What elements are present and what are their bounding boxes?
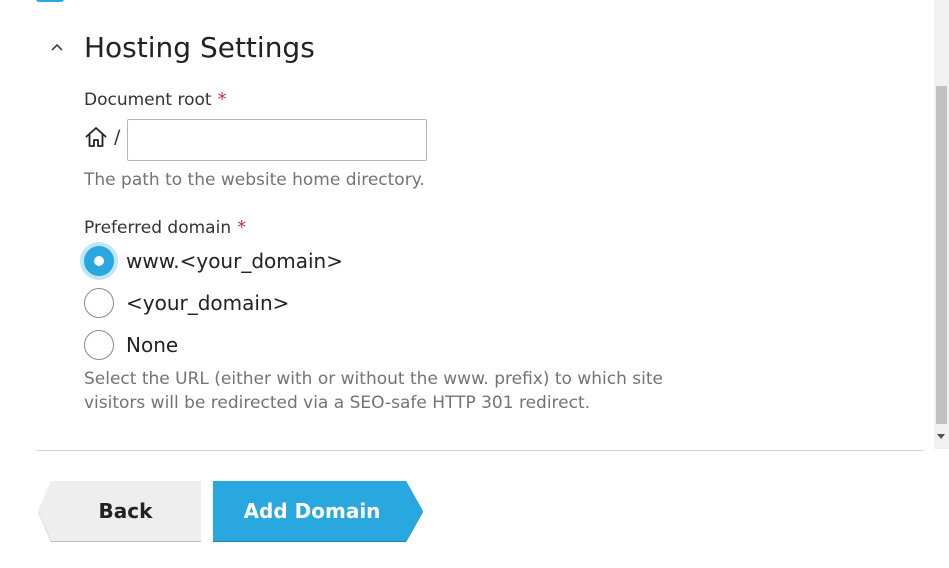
add-domain-button[interactable]: Add Domain [213, 481, 423, 541]
radio-label: None [126, 333, 179, 357]
section-title: Hosting Settings [84, 31, 315, 64]
radio-label: www.<your_domain> [126, 249, 343, 273]
collapse-section-button[interactable] [44, 34, 70, 60]
preferred-domain-hint-line-2: visitors will be redirected via a SEO-sa… [84, 393, 591, 413]
radio-option-none[interactable]: None [80, 326, 178, 364]
path-separator: / [114, 126, 121, 148]
radio-button[interactable] [84, 330, 114, 360]
radio-fill [84, 246, 114, 276]
radio-option-www-domain[interactable]: www.<your_domain> [80, 242, 343, 280]
back-button[interactable]: Back [38, 481, 201, 541]
scrollbar[interactable] [934, 0, 949, 449]
document-root-label-text: Document root [84, 90, 212, 110]
radio-button[interactable] [84, 288, 114, 318]
partial-checkbox[interactable] [36, 0, 64, 2]
document-root-input[interactable] [127, 119, 427, 161]
page: Hosting Settings Document root * / The pa… [0, 0, 949, 568]
preferred-domain-label: Preferred domain * [84, 217, 246, 239]
required-mark: * [237, 217, 247, 238]
document-root-hint: The path to the website home directory. [84, 170, 425, 190]
radio-label: <your_domain> [126, 291, 290, 315]
scroll-down-arrow-icon[interactable] [937, 434, 945, 439]
chevron-up-icon [51, 43, 63, 51]
required-mark: * [217, 89, 227, 110]
radio-dot [94, 256, 104, 266]
preferred-domain-label-text: Preferred domain [84, 218, 232, 238]
home-icon [85, 127, 107, 147]
document-root-label: Document root * [84, 89, 227, 111]
radio-button-checked[interactable] [80, 242, 118, 280]
radio-option-bare-domain[interactable]: <your_domain> [80, 284, 289, 322]
divider [36, 450, 924, 451]
scrollbar-thumb[interactable] [936, 86, 947, 424]
preferred-domain-hint-line-1: Select the URL (either with or without t… [84, 369, 663, 389]
